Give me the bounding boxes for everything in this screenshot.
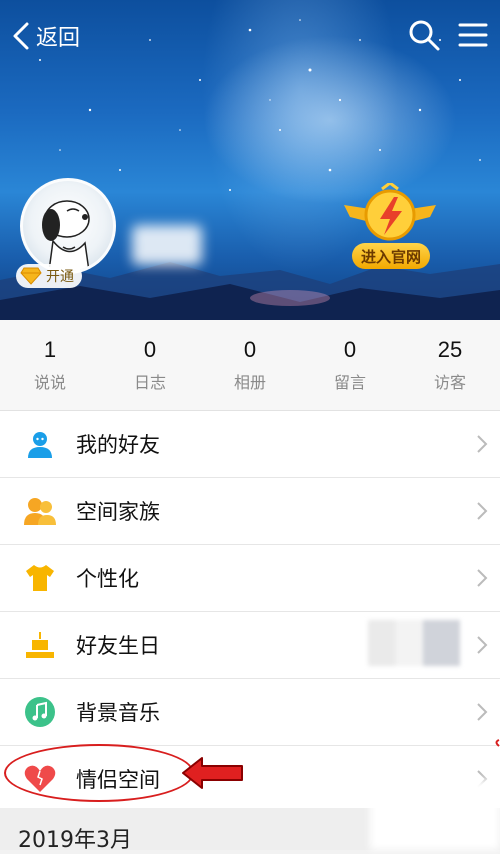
avatar[interactable] bbox=[20, 178, 116, 274]
stat-value: 1 bbox=[43, 337, 57, 362]
chevron-right-icon bbox=[477, 636, 488, 654]
back-button[interactable]: 返回 bbox=[10, 20, 80, 52]
chevron-right-icon bbox=[477, 569, 488, 587]
stat-xiangce[interactable]: 0 相册 bbox=[200, 320, 300, 410]
blurred-nickname bbox=[132, 225, 202, 265]
chevron-right-icon bbox=[477, 502, 488, 520]
blurred-region bbox=[370, 780, 500, 850]
section-date-label: 2019年3月 bbox=[18, 828, 132, 853]
menu-item-label: 背景音乐 bbox=[76, 701, 160, 725]
red-arrow-icon bbox=[182, 757, 243, 789]
stat-label: 说说 bbox=[33, 373, 66, 392]
tshirt-icon bbox=[24, 562, 56, 594]
menu-item-personalize[interactable]: 个性化 bbox=[0, 545, 500, 612]
stat-value: 0 bbox=[243, 337, 257, 362]
stats-bar: 1 说说 0 日志 0 相册 0 留言 25 访客 bbox=[0, 320, 500, 411]
official-site-label: 进入官网 bbox=[352, 243, 430, 269]
highlight-ellipse bbox=[4, 744, 194, 802]
search-icon[interactable] bbox=[407, 18, 441, 52]
chevron-right-icon bbox=[477, 435, 488, 453]
stat-fangke[interactable]: 25 访客 bbox=[400, 320, 500, 410]
vip-open-badge[interactable]: 开通 bbox=[16, 264, 82, 288]
menu-item-family[interactable]: 空间家族 bbox=[0, 478, 500, 545]
menu-item-music[interactable]: 背景音乐 bbox=[0, 679, 500, 746]
chevron-right-icon bbox=[477, 703, 488, 721]
music-icon bbox=[24, 696, 56, 728]
stat-label: 相册 bbox=[233, 373, 266, 392]
back-label: 返回 bbox=[36, 26, 81, 51]
stat-label: 日志 bbox=[133, 373, 166, 392]
family-icon bbox=[24, 495, 56, 527]
stat-rizhi[interactable]: 0 日志 bbox=[100, 320, 200, 410]
stat-value: 0 bbox=[343, 337, 357, 362]
stat-label: 访客 bbox=[433, 373, 466, 392]
menu-item-label: 空间家族 bbox=[76, 500, 160, 524]
snoopy-avatar-image bbox=[42, 200, 90, 271]
menu-item-label: 我的好友 bbox=[76, 433, 160, 457]
stat-label: 留言 bbox=[333, 373, 366, 392]
menu-item-label: 个性化 bbox=[76, 567, 139, 591]
red-mark bbox=[495, 739, 500, 747]
stat-shuoshuo[interactable]: 1 说说 bbox=[0, 320, 100, 410]
stat-value: 25 bbox=[437, 337, 463, 362]
menu-icon[interactable] bbox=[458, 20, 488, 50]
chevron-left-icon bbox=[13, 22, 29, 50]
official-site-button[interactable]: 进入官网 bbox=[340, 181, 440, 273]
menu-item-birthday[interactable]: 好友生日 bbox=[0, 612, 500, 679]
menu-item-label: 好友生日 bbox=[76, 634, 160, 658]
diamond-icon bbox=[20, 267, 42, 285]
friend-icon bbox=[24, 428, 56, 460]
stat-value: 0 bbox=[143, 337, 157, 362]
cake-icon bbox=[24, 629, 56, 661]
stat-liuyan[interactable]: 0 留言 bbox=[300, 320, 400, 410]
vip-open-label: 开通 bbox=[46, 269, 74, 285]
blurred-friend-avatars bbox=[368, 620, 460, 666]
menu-item-friends[interactable]: 我的好友 bbox=[0, 411, 500, 478]
